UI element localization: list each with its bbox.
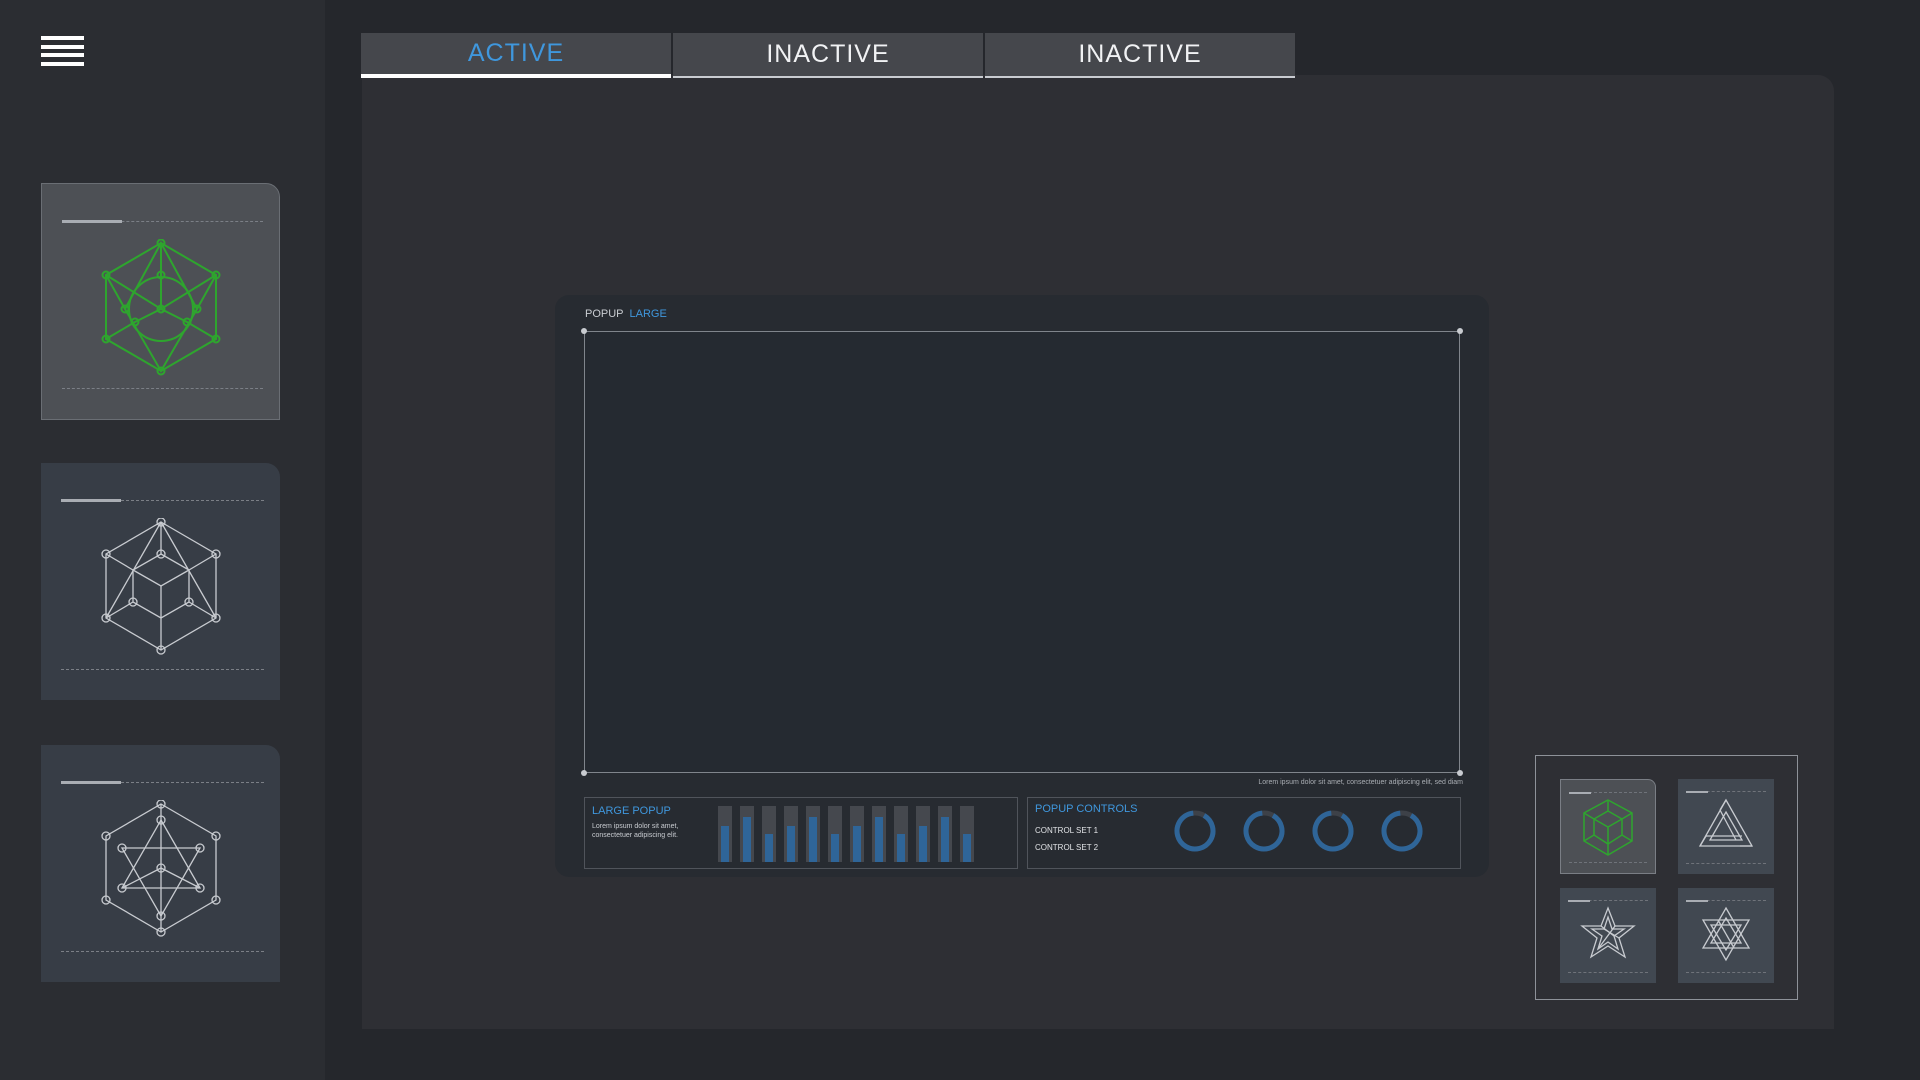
control-set-2-label: CONTROL SET 2 <box>1035 843 1099 852</box>
cube-icon <box>1583 799 1633 856</box>
level-bar-fill <box>809 817 817 862</box>
control-knob-3[interactable] <box>1312 810 1354 852</box>
tab-active[interactable]: ACTIVE <box>361 33 671 78</box>
impossible-triangle-icon <box>1698 798 1754 847</box>
level-bar-9 <box>894 806 908 862</box>
mini-icon-panel <box>1535 755 1798 1000</box>
hexagon-circle-icon <box>101 239 220 376</box>
level-bar-fill <box>787 825 795 862</box>
mini-card-star-knot[interactable] <box>1560 888 1656 983</box>
level-bar-fill <box>831 834 839 862</box>
tab-bar: ACTIVE INACTIVE INACTIVE <box>361 33 1295 78</box>
sidebar-card-hexagon-star[interactable] <box>41 745 280 982</box>
level-bar-2 <box>740 806 754 862</box>
popup-controls-box: POPUP CONTROLS CONTROL SET 1 CONTROL SET… <box>1027 797 1461 869</box>
star-knot-icon <box>1580 906 1636 959</box>
level-bar-fill <box>765 834 773 862</box>
popup-title-accent: LARGE <box>629 308 667 320</box>
tab-inactive-1[interactable]: INACTIVE <box>673 33 983 78</box>
level-bar-fill <box>743 817 751 862</box>
hexagon-star-icon <box>100 800 221 937</box>
level-bars <box>718 806 974 862</box>
control-knob-1[interactable] <box>1174 810 1216 852</box>
mini-card-hexagram-knot[interactable] <box>1678 888 1774 983</box>
level-bar-1 <box>718 806 732 862</box>
corner-dot <box>1457 770 1463 776</box>
corner-dot <box>1457 328 1463 334</box>
level-bar-fill <box>897 834 905 862</box>
large-popup-title: LARGE POPUP <box>592 805 671 817</box>
tab-inactive-2[interactable]: INACTIVE <box>985 33 1295 78</box>
mini-card-cube[interactable] <box>1560 779 1656 874</box>
level-bar-5 <box>806 806 820 862</box>
control-set-1-label: CONTROL SET 1 <box>1035 826 1099 835</box>
level-bar-fill <box>963 834 971 862</box>
control-knob-2[interactable] <box>1243 810 1285 852</box>
corner-dot <box>581 328 587 334</box>
sidebar <box>0 0 325 1080</box>
level-bar-6 <box>828 806 842 862</box>
sidebar-card-hexagon-cube[interactable] <box>41 463 280 700</box>
large-popup-box: LARGE POPUP Lorem ipsum dolor sit amet, … <box>584 797 1018 869</box>
level-bar-3 <box>762 806 776 862</box>
control-knob-4[interactable] <box>1381 810 1423 852</box>
level-bar-12 <box>960 806 974 862</box>
level-bar-fill <box>853 825 861 862</box>
popup-title: POPUP LARGE <box>585 308 667 320</box>
level-bar-7 <box>850 806 864 862</box>
popup-large: POPUP LARGE Lorem ipsum dolor sit amet, c… <box>555 295 1489 877</box>
corner-dot <box>581 770 587 776</box>
level-bar-8 <box>872 806 886 862</box>
large-popup-description: Lorem ipsum dolor sit amet, consectetuer… <box>592 823 679 839</box>
hamburger-menu-icon[interactable] <box>41 36 84 66</box>
mini-card-impossible-triangle[interactable] <box>1678 779 1774 874</box>
popup-title-text: POPUP <box>585 308 624 320</box>
level-bar-4 <box>784 806 798 862</box>
level-bar-fill <box>875 817 883 862</box>
level-bar-fill <box>919 825 927 862</box>
hexagon-cube-icon <box>100 518 221 655</box>
level-bar-fill <box>721 825 729 862</box>
popup-controls-title: POPUP CONTROLS <box>1035 803 1138 815</box>
level-bar-11 <box>938 806 952 862</box>
popup-caption: Lorem ipsum dolor sit amet, consectetuer… <box>1258 779 1463 786</box>
popup-display-area <box>584 331 1460 773</box>
control-knobs <box>1174 810 1423 852</box>
hexagram-knot-icon <box>1701 906 1751 962</box>
sidebar-card-hexagon-circle[interactable] <box>41 183 280 420</box>
level-bar-fill <box>941 817 949 862</box>
level-bar-10 <box>916 806 930 862</box>
